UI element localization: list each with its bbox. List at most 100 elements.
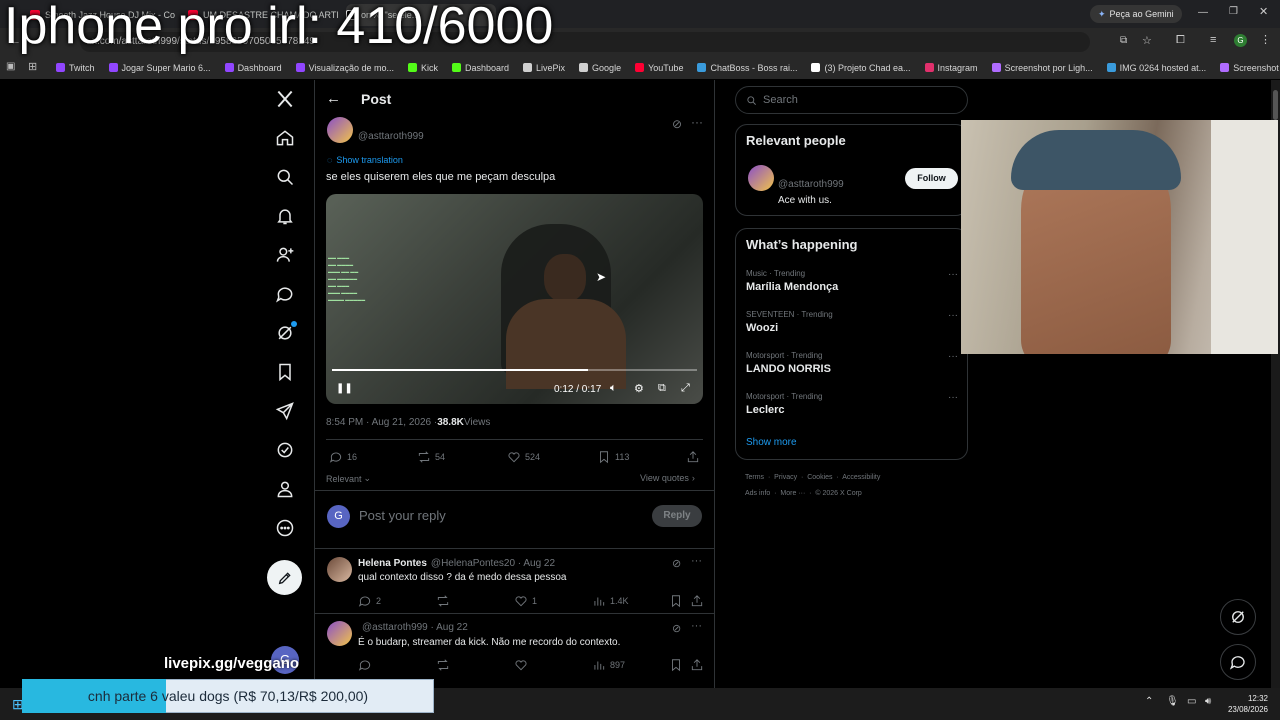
x-logo-button[interactable] (272, 86, 298, 112)
bookmark-item[interactable]: Screenshot por Ligh... (991, 63, 1093, 73)
more-options-icon[interactable]: ··· (948, 269, 958, 280)
nav-explore[interactable] (272, 164, 298, 190)
settings-gear-icon[interactable]: ⚙ (634, 382, 644, 395)
maximize-icon[interactable]: ❐ (1229, 6, 1238, 17)
more-options-icon[interactable]: ··· (948, 351, 958, 362)
person-avatar[interactable] (748, 165, 774, 191)
views-action[interactable]: 897 (592, 658, 625, 672)
compose-post-button[interactable] (267, 560, 302, 595)
view-quotes-link[interactable]: View quotes › (640, 473, 695, 483)
profile-avatar[interactable]: G (1234, 34, 1247, 47)
bookmark-item[interactable]: Dashboard (452, 63, 509, 73)
footer-links-2[interactable]: Ads info · More ··· · © 2026 X Corp (745, 490, 862, 497)
trend-item[interactable]: Motorsport · Trending Leclerc ··· (746, 392, 958, 416)
grok-icon[interactable]: ⊘ (672, 117, 682, 131)
pause-icon[interactable]: ❚❚ (336, 383, 353, 394)
nav-profile[interactable] (272, 476, 298, 502)
show-more-link[interactable]: Show more (746, 437, 797, 448)
reply-input[interactable]: Post your reply (359, 508, 446, 523)
extensions-icon[interactable]: ⧠ (1176, 34, 1185, 47)
messages-float-button[interactable] (1220, 644, 1256, 680)
bookmark-item[interactable]: Dashboard (224, 63, 282, 73)
more-options-icon[interactable]: ··· (948, 310, 958, 321)
nav-bookmarks[interactable] (272, 359, 298, 385)
like-action[interactable]: 1 (514, 594, 537, 608)
picture-in-picture-icon[interactable]: ⧉ (658, 382, 666, 395)
clock[interactable]: 12:32 23/08/2026 (1222, 693, 1268, 715)
cast-icon[interactable]: ⧉ (1120, 35, 1127, 46)
bookmark-item[interactable]: (3) Projeto Chad ea... (811, 63, 911, 73)
video-player[interactable]: ▬▬ ▬▬▬ ▬▬ ▬▬▬▬ ▬▬▬ ▬▬ ▬▬ ▬▬ ▬▬▬▬▬ ▬▬ ▬▬▬ ▬▬▬ … (326, 194, 703, 404)
bookmark-item[interactable]: Twitch (56, 63, 95, 73)
share-action[interactable] (690, 594, 704, 608)
trend-item[interactable]: Motorsport · Trending LANDO NORRIS ··· (746, 351, 958, 375)
person-handle[interactable]: @asttaroth999 (778, 179, 844, 190)
more-options-icon[interactable]: ··· (691, 620, 702, 632)
repost-action[interactable]: 54 (417, 450, 445, 464)
reply-action[interactable] (358, 658, 372, 672)
nav-follow[interactable] (272, 242, 298, 268)
search-input[interactable]: Search (735, 86, 968, 114)
reply-button[interactable]: Reply (652, 505, 702, 527)
back-arrow-icon[interactable]: ← (326, 90, 341, 107)
repost-action[interactable] (436, 594, 450, 608)
reply-action[interactable]: 2 (358, 594, 381, 608)
like-action[interactable] (514, 658, 528, 672)
like-action[interactable]: 524 (507, 450, 540, 464)
grok-icon[interactable]: ⊘ (672, 557, 681, 570)
nav-messages[interactable] (272, 281, 298, 307)
sort-dropdown[interactable]: Relevant ⌄ (326, 473, 371, 484)
sidebar-toggle-icon[interactable]: ▣ (6, 61, 15, 72)
share-action[interactable] (690, 658, 704, 672)
volume-icon[interactable]: 🔊︎ (1205, 696, 1211, 707)
video-progress-track[interactable] (332, 369, 697, 371)
views-action[interactable]: 1.4K (592, 594, 629, 608)
trend-item[interactable]: Music · Trending Marília Mendonça ··· (746, 269, 958, 293)
share-action[interactable] (686, 450, 700, 464)
reply-action[interactable]: 16 (329, 450, 357, 464)
bookmark-item[interactable]: IMG 0264 hosted at... (1106, 63, 1206, 73)
reply-author-name[interactable]: Helena Pontes (358, 558, 427, 569)
footer-links[interactable]: Terms · Privacy · Cookies · Accessibilit… (745, 474, 880, 481)
bookmark-item[interactable]: Google (579, 63, 621, 73)
follow-button[interactable]: Follow (905, 168, 958, 189)
bookmark-star-icon[interactable]: ☆ (1142, 34, 1152, 47)
more-options-icon[interactable]: ··· (691, 555, 702, 567)
nav-grok[interactable] (272, 320, 298, 346)
more-options-icon[interactable]: ··· (948, 392, 958, 403)
nav-more[interactable] (272, 515, 298, 541)
nav-notifications[interactable] (272, 203, 298, 229)
reply-author-avatar[interactable] (327, 557, 352, 582)
grok-float-button[interactable] (1220, 599, 1256, 635)
bookmark-item[interactable]: ChatBoss - Boss rai... (697, 63, 797, 73)
author-handle[interactable]: @asttaroth999 (358, 131, 424, 142)
bookmark-item[interactable]: Jogar Super Mario 6... (108, 63, 211, 73)
nav-verified[interactable] (272, 437, 298, 463)
more-options-icon[interactable]: ··· (691, 115, 703, 129)
bookmark-action[interactable]: 113 (597, 450, 629, 464)
network-icon[interactable]: ▭ (1187, 696, 1196, 707)
nav-jobs[interactable] (272, 398, 298, 424)
bookmark-action[interactable] (669, 658, 683, 672)
show-translation-link[interactable]: ◌ Show translation (327, 155, 403, 165)
scrollbar-thumb[interactable] (1273, 90, 1278, 120)
fullscreen-icon[interactable]: ⤢ (681, 382, 690, 395)
bookmark-item[interactable]: Kick (407, 63, 438, 73)
bookmark-item[interactable]: Instagram (924, 63, 978, 73)
author-avatar[interactable] (327, 117, 353, 143)
reply-author-handle[interactable]: @HelenaPontes20 · Aug 22 (431, 558, 555, 569)
volume-icon[interactable]: 🔈︎ (610, 382, 617, 395)
gemini-button[interactable]: ✦ Peça ao Gemini (1090, 5, 1182, 23)
bookmark-item[interactable]: YouTube (635, 63, 683, 73)
bookmark-action[interactable] (669, 594, 683, 608)
minimize-icon[interactable]: — (1198, 7, 1208, 18)
trend-item[interactable]: SEVENTEEN · Trending Woozi ··· (746, 310, 958, 334)
reply-author-avatar[interactable] (327, 621, 352, 646)
bookmark-item[interactable]: Screenshot por Ligh... (1220, 63, 1280, 73)
nav-home[interactable] (272, 125, 298, 151)
window-close-icon[interactable]: ✕ (1259, 5, 1268, 18)
media-icon[interactable]: ≡ (1210, 34, 1216, 46)
bookmark-item[interactable]: Visualização de mo... (295, 63, 394, 73)
kebab-menu-icon[interactable]: ⋮ (1260, 33, 1271, 46)
microphone-icon[interactable]: 🎙︎ (1166, 696, 1179, 707)
